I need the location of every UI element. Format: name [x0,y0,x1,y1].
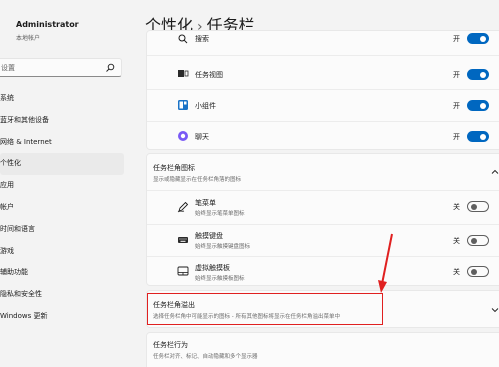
annotation-arrow-icon [378,233,393,293]
search-input[interactable] [1,61,101,74]
section-description: 显示或隐藏显示在任务栏角落的图标 [153,177,242,183]
sidebar-item-system[interactable]: 系统 [0,88,124,110]
sidebar-item-personalization[interactable]: 个性化 [0,153,124,176]
sidebar-item-privacy[interactable]: 隐私和安全性 [0,284,124,306]
section-description: 任务栏对齐、标记、自动隐藏和多个显示器 [153,354,258,360]
search-icon [178,34,188,44]
sidebar-item-bluetooth[interactable]: 蓝牙和其他设备 [0,110,124,132]
taskbar-item-chat-toggle[interactable] [467,131,489,142]
touch-keyboard-label: 触摸键盘 [195,232,223,240]
corner-icons-card: 任务栏角图标 显示或隐藏显示在任务栏角落的图标 笔菜单 始终显示笔菜单图标 关 … [146,153,499,286]
touchpad-icon [177,266,189,276]
pen-menu-toggle[interactable] [467,201,489,212]
taskbar-item-task-view-label: 任务视图 [195,71,223,79]
divider [147,256,499,257]
touch-keyboard-toggle[interactable] [467,235,489,246]
taskbar-item-widgets-state: 开 [453,102,460,110]
chevron-up-icon[interactable] [490,167,499,177]
touch-keyboard-state: 关 [453,237,460,245]
sidebar-item-accessibility[interactable]: 辅助功能 [0,262,124,284]
divider [147,55,499,56]
section-title: 任务栏行为 [153,341,188,349]
touch-keyboard-description: 始终显示触摸键盘图标 [195,244,251,250]
taskbar-item-chat-label: 聊天 [195,133,209,141]
taskbar-item-widgets-label: 小组件 [195,102,216,110]
chevron-down-icon[interactable] [490,305,499,315]
widgets-icon [178,100,188,110]
task-view-icon [178,70,189,77]
taskbar-item-task-view-state: 开 [453,71,460,79]
taskbar-item-widgets-toggle[interactable] [467,100,489,111]
taskbar-item-search-state: 开 [453,35,460,43]
divider [147,190,499,191]
search-icon[interactable] [105,63,115,73]
pen-icon [177,201,189,213]
annotation-highlight-box [147,293,383,325]
pen-menu-label: 笔菜单 [195,199,216,207]
divider [147,121,499,122]
section-title: 任务栏角图标 [153,164,195,172]
chat-icon [178,131,188,141]
sidebar-item-windows-update[interactable]: Windows 更新 [0,306,124,328]
taskbar-item-task-view-toggle[interactable] [467,69,489,80]
taskbar-item-search-label: 搜索 [195,35,209,43]
sidebar-item-accounts[interactable]: 帐户 [0,197,124,219]
user-name: Administrator [16,20,79,29]
virtual-touchpad-toggle[interactable] [467,266,489,277]
taskbar-item-search-toggle[interactable] [467,33,489,44]
user-account-type: 本地帐户 [16,35,41,42]
search-box[interactable] [0,58,122,77]
sidebar-item-apps[interactable]: 应用 [0,175,124,197]
taskbar-items-card: 搜索 开 任务视图 开 小组件 开 聊天 开 [146,30,499,150]
nav-list: 系统 蓝牙和其他设备 网络 & Internet 个性化 应用 帐户 时间和语言… [0,88,124,328]
sidebar-item-network[interactable]: 网络 & Internet [0,132,124,154]
divider [147,224,499,225]
taskbar-behaviors-card[interactable]: 任务栏行为 任务栏对齐、标记、自动隐藏和多个显示器 [146,332,499,367]
pen-menu-state: 关 [453,203,460,211]
virtual-touchpad-state: 关 [453,268,460,276]
pen-menu-description: 始终显示笔菜单图标 [195,211,245,217]
taskbar-item-chat-state: 开 [453,133,460,141]
virtual-touchpad-description: 始终显示触摸板图标 [195,276,245,282]
keyboard-icon [178,237,188,243]
sidebar-item-gaming[interactable]: 游戏 [0,241,124,263]
virtual-touchpad-label: 虚拟触摸板 [195,264,230,272]
sidebar-item-time-language[interactable]: 时间和语言 [0,219,124,241]
sidebar: Administrator 本地帐户 系统 蓝牙和其他设备 网络 & Inter… [0,0,130,367]
divider [147,89,499,90]
